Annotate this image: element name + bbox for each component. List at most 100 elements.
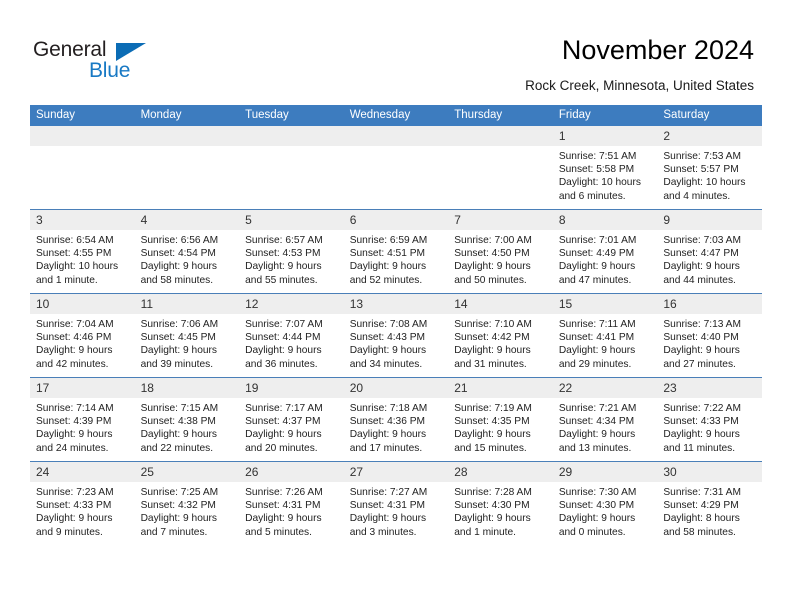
day-number: 20 (343, 378, 449, 398)
daylight-text: and 29 minutes. (558, 358, 632, 370)
daylight-text: Daylight: 9 hours (349, 429, 427, 441)
daylight-text: and 44 minutes. (663, 274, 736, 286)
calendar-day-cell[interactable]: 30 Sunrise: 7:31 AM Sunset: 4:29 PM Dayligh… (657, 461, 762, 545)
day-number (239, 126, 344, 146)
calendar-day-cell[interactable]: 24 Sunrise: 7:23 AM Sunset: 4:33 PM Dayligh… (30, 461, 135, 545)
calendar-day-cell[interactable]: 4 Sunrise: 6:56 AM Sunset: 4:54 PM Daylight… (134, 209, 240, 294)
day-number: 25 (134, 462, 240, 482)
daylight-text: Daylight: 9 hours (245, 429, 322, 441)
day-number: 12 (239, 294, 344, 314)
sunset-text: Sunset: 4:37 PM (245, 416, 321, 428)
daylight-text: Daylight: 8 hours (663, 513, 740, 525)
daylight-text: and 22 minutes. (140, 442, 214, 454)
day-number (134, 126, 240, 146)
day-details: Sunrise: 6:57 AM Sunset: 4:53 PM Daylight:… (239, 230, 344, 287)
calendar-day-cell[interactable]: 5 Sunrise: 6:57 AM Sunset: 4:53 PM Daylight… (239, 209, 344, 294)
calendar-day-cell[interactable]: 7 Sunrise: 7:00 AM Sunset: 4:50 PM Daylight… (448, 209, 553, 294)
weekday-header-saturday: Saturday (657, 105, 762, 126)
calendar-day-cell[interactable]: 12 Sunrise: 7:07 AM Sunset: 4:44 PM Dayligh… (239, 293, 344, 378)
calendar-day-cell[interactable]: 8 Sunrise: 7:01 AM Sunset: 4:49 PM Daylight… (552, 209, 658, 294)
day-number (30, 126, 135, 146)
calendar-day-cell[interactable]: 19 Sunrise: 7:17 AM Sunset: 4:37 PM Dayligh… (239, 377, 344, 462)
sunrise-text: Sunrise: 7:22 AM (663, 403, 741, 414)
sunrise-text: Sunrise: 7:13 AM (663, 319, 741, 330)
calendar-day-cell[interactable]: 6 Sunrise: 6:59 AM Sunset: 4:51 PM Daylight… (343, 209, 449, 294)
calendar-day-cell[interactable]: 27 Sunrise: 7:27 AM Sunset: 4:31 PM Dayligh… (343, 461, 449, 545)
day-details: Sunrise: 6:54 AM Sunset: 4:55 PM Daylight:… (30, 230, 135, 287)
calendar-day-cell[interactable]: 2 Sunrise: 7:53 AM Sunset: 5:57 PM Daylight… (657, 126, 762, 210)
calendar-day-cell[interactable]: 1 Sunrise: 7:51 AM Sunset: 5:58 PM Daylight… (552, 126, 658, 210)
sunrise-text: Sunrise: 7:11 AM (558, 319, 636, 330)
daylight-text: and 31 minutes. (454, 358, 527, 370)
sunset-text: Sunset: 4:43 PM (349, 332, 426, 344)
weekday-header-friday: Friday (552, 105, 658, 126)
calendar-day-cell[interactable]: 9 Sunrise: 7:03 AM Sunset: 4:47 PM Daylight… (657, 209, 762, 294)
weekday-header-row: Sunday Monday Tuesday Wednesday Thursday… (30, 105, 762, 126)
day-details: Sunrise: 7:19 AM Sunset: 4:35 PM Daylight:… (448, 398, 553, 455)
sunset-text: Sunset: 5:58 PM (558, 164, 635, 176)
page-title: November 2024 (561, 35, 754, 65)
day-details: Sunrise: 7:14 AM Sunset: 4:39 PM Daylight:… (30, 398, 135, 455)
calendar-day-cell[interactable]: 25 Sunrise: 7:25 AM Sunset: 4:32 PM Dayligh… (134, 461, 240, 545)
calendar-day-cell[interactable]: 10 Sunrise: 7:04 AM Sunset: 4:46 PM Dayligh… (30, 293, 135, 378)
daylight-text: and 11 minutes. (663, 442, 736, 454)
calendar-day-cell-empty (239, 126, 344, 210)
calendar-day-cell[interactable]: 29 Sunrise: 7:30 AM Sunset: 4:30 PM Dayligh… (552, 461, 658, 545)
day-number: 16 (657, 294, 762, 314)
calendar-day-cell[interactable]: 17 Sunrise: 7:14 AM Sunset: 4:39 PM Dayligh… (30, 377, 135, 462)
day-number: 4 (134, 210, 240, 230)
sunset-text: Sunset: 4:33 PM (663, 416, 739, 428)
sunset-text: Sunset: 4:46 PM (36, 332, 112, 344)
sunset-text: Sunset: 4:53 PM (245, 248, 321, 260)
calendar-day-cell[interactable]: 13 Sunrise: 7:08 AM Sunset: 4:43 PM Dayligh… (343, 293, 449, 378)
sunset-text: Sunset: 4:36 PM (349, 416, 426, 428)
daylight-text: and 0 minutes. (558, 526, 626, 538)
calendar-day-cell[interactable]: 18 Sunrise: 7:15 AM Sunset: 4:38 PM Dayligh… (134, 377, 240, 462)
sunrise-text: Sunrise: 7:53 AM (663, 151, 741, 162)
sunrise-text: Sunrise: 7:25 AM (140, 487, 219, 498)
day-details: Sunrise: 7:13 AM Sunset: 4:40 PM Daylight:… (657, 314, 762, 371)
daylight-text: and 20 minutes. (245, 442, 318, 454)
sunrise-text: Sunrise: 7:04 AM (36, 319, 114, 330)
day-number: 14 (448, 294, 553, 314)
daylight-text: and 50 minutes. (454, 274, 527, 286)
calendar-day-cell[interactable]: 16 Sunrise: 7:13 AM Sunset: 4:40 PM Dayligh… (657, 293, 762, 378)
calendar-day-cell[interactable]: 3 Sunrise: 6:54 AM Sunset: 4:55 PM Daylight… (30, 209, 135, 294)
calendar-day-cell[interactable]: 26 Sunrise: 7:26 AM Sunset: 4:31 PM Dayligh… (239, 461, 344, 545)
day-number: 17 (30, 378, 135, 398)
page-subtitle: Rock Creek, Minnesota, United States (525, 78, 754, 93)
calendar-day-cell[interactable]: 21 Sunrise: 7:19 AM Sunset: 4:35 PM Dayligh… (448, 377, 553, 462)
sunset-text: Sunset: 4:31 PM (349, 500, 426, 512)
day-number (343, 126, 449, 146)
generalblue-logo[interactable]: General Blue (33, 38, 163, 86)
calendar-day-cell-empty (448, 126, 553, 210)
sunset-text: Sunset: 4:32 PM (140, 500, 216, 512)
daylight-text: and 47 minutes. (558, 274, 632, 286)
sunrise-text: Sunrise: 7:51 AM (558, 151, 637, 162)
sunset-text: Sunset: 4:41 PM (558, 332, 635, 344)
sunrise-text: Sunrise: 7:03 AM (663, 235, 741, 246)
calendar-day-cell[interactable]: 22 Sunrise: 7:21 AM Sunset: 4:34 PM Dayligh… (552, 377, 658, 462)
daylight-text: and 6 minutes. (558, 190, 626, 202)
weekday-header-tuesday: Tuesday (239, 105, 344, 126)
calendar-day-cell[interactable]: 15 Sunrise: 7:11 AM Sunset: 4:41 PM Dayligh… (552, 293, 658, 378)
sunrise-text: Sunrise: 7:27 AM (349, 487, 428, 498)
day-details: Sunrise: 7:00 AM Sunset: 4:50 PM Daylight:… (448, 230, 553, 287)
day-number: 26 (239, 462, 344, 482)
daylight-text: Daylight: 9 hours (454, 345, 531, 357)
day-details: Sunrise: 7:27 AM Sunset: 4:31 PM Daylight:… (344, 482, 449, 539)
calendar-day-cell[interactable]: 11 Sunrise: 7:06 AM Sunset: 4:45 PM Dayligh… (134, 293, 240, 378)
calendar-day-cell[interactable]: 20 Sunrise: 7:18 AM Sunset: 4:36 PM Dayligh… (343, 377, 449, 462)
calendar-day-cell-empty (134, 126, 240, 210)
calendar-day-cell[interactable]: 14 Sunrise: 7:10 AM Sunset: 4:42 PM Dayligh… (448, 293, 553, 378)
day-number: 2 (657, 126, 762, 146)
calendar-day-cell[interactable]: 23 Sunrise: 7:22 AM Sunset: 4:33 PM Dayligh… (657, 377, 762, 462)
daylight-text: and 17 minutes. (349, 442, 423, 454)
daylight-text: and 58 minutes. (663, 526, 736, 538)
weekday-header-wednesday: Wednesday (343, 105, 449, 126)
sunrise-text: Sunrise: 7:30 AM (558, 487, 637, 498)
sunset-text: Sunset: 4:45 PM (140, 332, 216, 344)
calendar-day-cell[interactable]: 28 Sunrise: 7:28 AM Sunset: 4:30 PM Dayligh… (448, 461, 553, 545)
weekday-header-sunday: Sunday (30, 105, 135, 126)
sunrise-text: Sunrise: 7:00 AM (454, 235, 532, 246)
